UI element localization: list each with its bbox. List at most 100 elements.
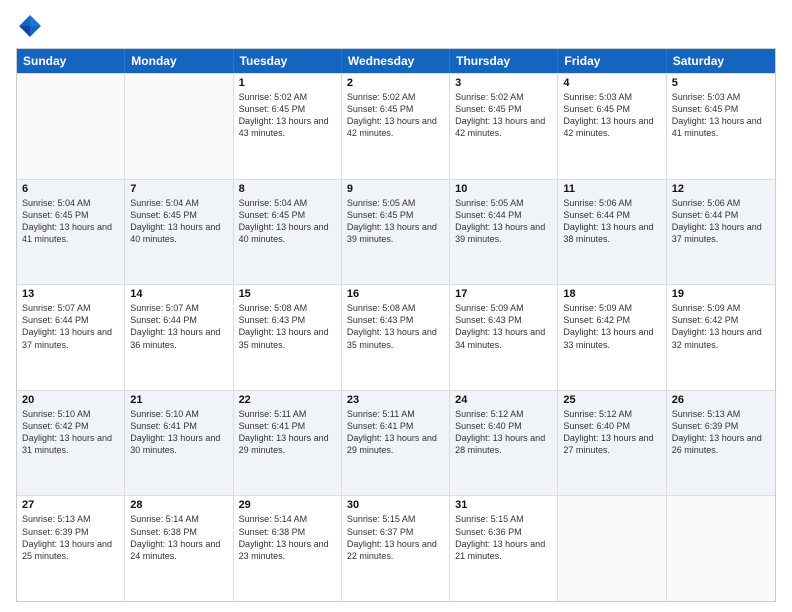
cell-info: Sunrise: 5:09 AM Sunset: 6:42 PM Dayligh… — [563, 302, 660, 351]
cell-info: Sunrise: 5:11 AM Sunset: 6:41 PM Dayligh… — [239, 408, 336, 457]
calendar-cell: 15 Sunrise: 5:08 AM Sunset: 6:43 PM Dayli… — [234, 285, 342, 390]
calendar: SundayMondayTuesdayWednesdayThursdayFrid… — [16, 48, 776, 602]
day-number: 10 — [455, 183, 552, 195]
cell-info: Sunrise: 5:05 AM Sunset: 6:44 PM Dayligh… — [455, 197, 552, 246]
calendar-cell: 13 Sunrise: 5:07 AM Sunset: 6:44 PM Dayli… — [17, 285, 125, 390]
day-number: 30 — [347, 499, 444, 511]
day-number: 20 — [22, 394, 119, 406]
calendar-cell: 12 Sunrise: 5:06 AM Sunset: 6:44 PM Dayli… — [667, 180, 775, 285]
calendar-week: 13 Sunrise: 5:07 AM Sunset: 6:44 PM Dayli… — [17, 284, 775, 390]
day-number: 8 — [239, 183, 336, 195]
calendar-cell: 16 Sunrise: 5:08 AM Sunset: 6:43 PM Dayli… — [342, 285, 450, 390]
calendar-week: 20 Sunrise: 5:10 AM Sunset: 6:42 PM Dayli… — [17, 390, 775, 496]
calendar-header-cell: Thursday — [450, 49, 558, 73]
day-number: 25 — [563, 394, 660, 406]
calendar-cell: 23 Sunrise: 5:11 AM Sunset: 6:41 PM Dayli… — [342, 391, 450, 496]
cell-info: Sunrise: 5:14 AM Sunset: 6:38 PM Dayligh… — [130, 513, 227, 562]
cell-info: Sunrise: 5:10 AM Sunset: 6:41 PM Dayligh… — [130, 408, 227, 457]
cell-info: Sunrise: 5:07 AM Sunset: 6:44 PM Dayligh… — [22, 302, 119, 351]
calendar-header-cell: Saturday — [667, 49, 775, 73]
day-number: 28 — [130, 499, 227, 511]
calendar-cell: 9Sunrise: 5:05 AM Sunset: 6:45 PM Daylig… — [342, 180, 450, 285]
calendar-cell: 17 Sunrise: 5:09 AM Sunset: 6:43 PM Dayli… — [450, 285, 558, 390]
calendar-cell: 28 Sunrise: 5:14 AM Sunset: 6:38 PM Dayli… — [125, 496, 233, 601]
day-number: 19 — [672, 288, 770, 300]
page: SundayMondayTuesdayWednesdayThursdayFrid… — [0, 0, 792, 612]
day-number: 12 — [672, 183, 770, 195]
cell-info: Sunrise: 5:06 AM Sunset: 6:44 PM Dayligh… — [672, 197, 770, 246]
day-number: 24 — [455, 394, 552, 406]
cell-info: Sunrise: 5:09 AM Sunset: 6:42 PM Dayligh… — [672, 302, 770, 351]
day-number: 23 — [347, 394, 444, 406]
day-number: 17 — [455, 288, 552, 300]
calendar-header-cell: Sunday — [17, 49, 125, 73]
cell-info: Sunrise: 5:07 AM Sunset: 6:44 PM Dayligh… — [130, 302, 227, 351]
calendar-header-cell: Friday — [558, 49, 666, 73]
cell-info: Sunrise: 5:03 AM Sunset: 6:45 PM Dayligh… — [672, 91, 770, 140]
calendar-week: 1 Sunrise: 5:02 AM Sunset: 6:45 PM Daylig… — [17, 73, 775, 179]
day-number: 11 — [563, 183, 660, 195]
calendar-cell: 27Sunrise: 5:13 AM Sunset: 6:39 PM Dayli… — [17, 496, 125, 601]
day-number: 15 — [239, 288, 336, 300]
day-number: 31 — [455, 499, 552, 511]
cell-info: Sunrise: 5:08 AM Sunset: 6:43 PM Dayligh… — [347, 302, 444, 351]
day-number: 5 — [672, 77, 770, 89]
cell-info: Sunrise: 5:12 AM Sunset: 6:40 PM Dayligh… — [455, 408, 552, 457]
calendar-cell: 19 Sunrise: 5:09 AM Sunset: 6:42 PM Dayli… — [667, 285, 775, 390]
day-number: 29 — [239, 499, 336, 511]
calendar-cell: 29 Sunrise: 5:14 AM Sunset: 6:38 PM Dayli… — [234, 496, 342, 601]
calendar-cell: 25Sunrise: 5:12 AM Sunset: 6:40 PM Dayli… — [558, 391, 666, 496]
cell-info: Sunrise: 5:15 AM Sunset: 6:36 PM Dayligh… — [455, 513, 552, 562]
cell-info: Sunrise: 5:11 AM Sunset: 6:41 PM Dayligh… — [347, 408, 444, 457]
calendar-cell — [558, 496, 666, 601]
calendar-cell: 2 Sunrise: 5:02 AM Sunset: 6:45 PM Daylig… — [342, 74, 450, 179]
cell-info: Sunrise: 5:13 AM Sunset: 6:39 PM Dayligh… — [22, 513, 119, 562]
calendar-header-cell: Wednesday — [342, 49, 450, 73]
day-number: 2 — [347, 77, 444, 89]
calendar-cell: 26 Sunrise: 5:13 AM Sunset: 6:39 PM Dayli… — [667, 391, 775, 496]
day-number: 18 — [563, 288, 660, 300]
cell-info: Sunrise: 5:06 AM Sunset: 6:44 PM Dayligh… — [563, 197, 660, 246]
cell-info: Sunrise: 5:15 AM Sunset: 6:37 PM Dayligh… — [347, 513, 444, 562]
calendar-cell: 11 Sunrise: 5:06 AM Sunset: 6:44 PM Dayli… — [558, 180, 666, 285]
calendar-header-cell: Tuesday — [234, 49, 342, 73]
calendar-cell: 30 Sunrise: 5:15 AM Sunset: 6:37 PM Dayli… — [342, 496, 450, 601]
day-number: 14 — [130, 288, 227, 300]
calendar-cell: 1 Sunrise: 5:02 AM Sunset: 6:45 PM Daylig… — [234, 74, 342, 179]
calendar-header-cell: Monday — [125, 49, 233, 73]
cell-info: Sunrise: 5:08 AM Sunset: 6:43 PM Dayligh… — [239, 302, 336, 351]
calendar-cell: 31 Sunrise: 5:15 AM Sunset: 6:36 PM Dayli… — [450, 496, 558, 601]
calendar-header-row: SundayMondayTuesdayWednesdayThursdayFrid… — [17, 49, 775, 73]
calendar-cell: 6Sunrise: 5:04 AM Sunset: 6:45 PM Daylig… — [17, 180, 125, 285]
day-number: 13 — [22, 288, 119, 300]
calendar-cell: 8 Sunrise: 5:04 AM Sunset: 6:45 PM Daylig… — [234, 180, 342, 285]
day-number: 26 — [672, 394, 770, 406]
calendar-cell: 3Sunrise: 5:02 AM Sunset: 6:45 PM Daylig… — [450, 74, 558, 179]
logo-icon — [16, 12, 44, 40]
cell-info: Sunrise: 5:10 AM Sunset: 6:42 PM Dayligh… — [22, 408, 119, 457]
cell-info: Sunrise: 5:04 AM Sunset: 6:45 PM Dayligh… — [239, 197, 336, 246]
cell-info: Sunrise: 5:02 AM Sunset: 6:45 PM Dayligh… — [455, 91, 552, 140]
day-number: 21 — [130, 394, 227, 406]
day-number: 6 — [22, 183, 119, 195]
calendar-week: 27Sunrise: 5:13 AM Sunset: 6:39 PM Dayli… — [17, 495, 775, 601]
calendar-cell: 18 Sunrise: 5:09 AM Sunset: 6:42 PM Dayli… — [558, 285, 666, 390]
day-number: 1 — [239, 77, 336, 89]
cell-info: Sunrise: 5:14 AM Sunset: 6:38 PM Dayligh… — [239, 513, 336, 562]
calendar-week: 6 Sunrise: 5:04 AM Sunset: 6:45 PM Daylig… — [17, 179, 775, 285]
calendar-cell: 5 Sunrise: 5:03 AM Sunset: 6:45 PM Daylig… — [667, 74, 775, 179]
cell-info: Sunrise: 5:13 AM Sunset: 6:39 PM Dayligh… — [672, 408, 770, 457]
calendar-cell: 22 Sunrise: 5:11 AM Sunset: 6:41 PM Dayli… — [234, 391, 342, 496]
day-number: 16 — [347, 288, 444, 300]
cell-info: Sunrise: 5:02 AM Sunset: 6:45 PM Dayligh… — [239, 91, 336, 140]
calendar-cell: 14 Sunrise: 5:07 AM Sunset: 6:44 PM Dayli… — [125, 285, 233, 390]
cell-info: Sunrise: 5:09 AM Sunset: 6:43 PM Dayligh… — [455, 302, 552, 351]
logo — [16, 12, 48, 40]
cell-info: Sunrise: 5:05 AM Sunset: 6:45 PM Dayligh… — [347, 197, 444, 246]
calendar-cell: 4Sunrise: 5:03 AM Sunset: 6:45 PM Daylig… — [558, 74, 666, 179]
cell-info: Sunrise: 5:02 AM Sunset: 6:45 PM Dayligh… — [347, 91, 444, 140]
day-number: 4 — [563, 77, 660, 89]
day-number: 22 — [239, 394, 336, 406]
calendar-cell: 7Sunrise: 5:04 AM Sunset: 6:45 PM Daylig… — [125, 180, 233, 285]
header — [16, 12, 776, 40]
